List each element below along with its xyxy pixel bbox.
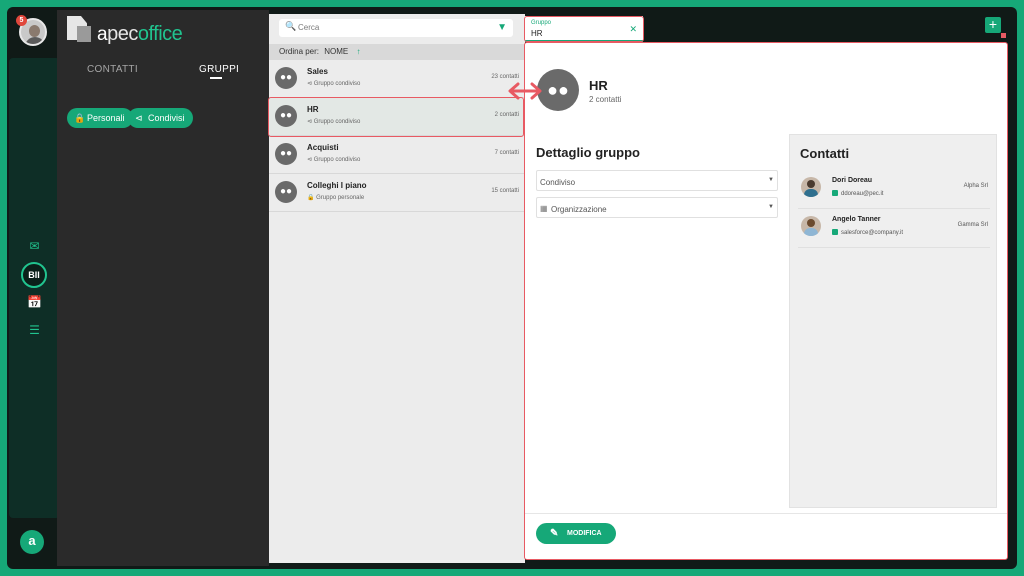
filter-chip-condivisi[interactable]: ⊲ Condivisi	[128, 108, 193, 128]
organization-select[interactable]: ▦ Organizzazione ▼	[536, 197, 778, 218]
group-count: 15 contatti	[491, 188, 519, 194]
group-count: 2 contatti	[494, 112, 519, 118]
group-row[interactable]: ●● Sales ⊲ Gruppo condiviso 23 contatti	[269, 60, 525, 98]
logo-text-plain: pec	[107, 23, 138, 45]
detail-tab-label: Gruppo	[531, 20, 552, 26]
calendar-icon[interactable]: 📅	[25, 292, 45, 312]
contact-row[interactable]: Dori Doreau ddoreau@pec.it Alpha Srl	[798, 171, 990, 209]
sort-label: Ordina per:	[279, 47, 320, 56]
notification-badge: 5	[16, 15, 27, 26]
close-icon[interactable]: ✕	[629, 24, 637, 35]
edit-button-label: MODIFICA	[567, 530, 602, 537]
apecoffice-logo: apecoffice	[67, 16, 257, 46]
chevron-down-icon: ▼	[768, 204, 774, 210]
group-type: ⊲ Gruppo condiviso	[307, 157, 361, 163]
group-row-selected[interactable]: ●● HR ⊲ Gruppo condiviso 2 contatti	[269, 98, 525, 136]
group-type: ⊲ Gruppo condiviso	[307, 81, 361, 87]
avatar-head	[807, 219, 815, 227]
logo-mark-shadow	[77, 26, 91, 42]
group-type: ⊲ Gruppo condiviso	[307, 119, 361, 125]
sort-value: NOME	[324, 47, 349, 56]
chevron-down-icon: ▼	[768, 177, 774, 183]
annotation-arrow	[508, 82, 542, 100]
group-title: HR	[589, 78, 608, 93]
tab-gruppi[interactable]: GRUPPI	[199, 64, 239, 75]
pencil-icon: ✎	[550, 528, 559, 539]
avatar	[801, 216, 821, 236]
edit-button[interactable]: ✎ MODIFICA	[536, 523, 616, 544]
share-icon: ⊲	[135, 113, 143, 123]
contact-company: Gamma Srl	[957, 222, 988, 228]
app-logo-icon[interactable]: a	[20, 530, 44, 554]
group-icon: ●●	[275, 143, 297, 165]
group-avatar-icon: ●●	[537, 69, 579, 111]
group-type-label: Gruppo condiviso	[313, 119, 361, 125]
building-icon: ▦	[540, 204, 548, 213]
group-type-label: Gruppo condiviso	[313, 81, 361, 87]
group-row[interactable]: ●● Acquisti ⊲ Gruppo condiviso 7 contatt…	[269, 136, 525, 174]
avatar-body	[804, 228, 818, 236]
sidebar: apecoffice CONTATTI GRUPPI 🔒 Personali ⊲…	[57, 10, 269, 566]
group-type-label: Gruppo personale	[316, 195, 365, 201]
search-placeholder: Cerca	[298, 23, 320, 32]
contact-email-text: ddoreau@pec.it	[841, 191, 884, 197]
contact-email: salesforce@company.it	[832, 229, 903, 236]
contact-email: ddoreau@pec.it	[832, 190, 883, 197]
chip-label: Condivisi	[148, 113, 185, 123]
group-contact-count: 2 contatti	[589, 95, 622, 104]
avatar	[801, 177, 821, 197]
search-field[interactable]: 🔍 Cerca ▼	[279, 19, 513, 37]
group-icon: ●●	[275, 181, 297, 203]
lock-icon: 🔒	[74, 113, 86, 123]
add-button[interactable]: +	[985, 17, 1001, 33]
contact-row[interactable]: Angelo Tanner salesforce@company.it Gamm…	[798, 210, 990, 248]
left-rail: ✉ BII 📅 ☰	[9, 58, 60, 518]
chip-label: Personali	[87, 113, 125, 123]
group-count: 7 contatti	[494, 150, 519, 156]
mail-icon[interactable]: ✉	[25, 236, 45, 256]
logo-prefix: a	[97, 24, 108, 45]
email-icon	[832, 229, 838, 235]
contact-email-text: salesforce@company.it	[841, 230, 904, 236]
logo-text: apecoffice	[97, 23, 183, 46]
visibility-value: Condiviso	[540, 178, 576, 187]
group-icon: ●●	[275, 67, 297, 89]
group-name: Sales	[307, 67, 328, 76]
search-icon: 🔍	[285, 21, 297, 31]
contacts-title: Contatti	[800, 146, 850, 161]
contact-company: Alpha Srl	[963, 183, 988, 189]
settings-sliders-icon[interactable]: ☰	[25, 320, 45, 340]
organization-placeholder: Organizzazione	[551, 205, 607, 214]
contacts-nav-icon[interactable]: BII	[21, 262, 47, 288]
sort-ascending-icon[interactable]: ↑	[357, 47, 361, 56]
tab-active-indicator	[210, 77, 222, 79]
contacts-panel: Contatti Dori Doreau ddoreau@pec.it Alph…	[789, 134, 997, 508]
group-detail-pane: ●● HR 2 contatti Dettaglio gruppo Condiv…	[525, 43, 1007, 559]
group-row[interactable]: ●● Colleghi I piano 🔒 Gruppo personale 1…	[269, 174, 525, 212]
avatar-head	[29, 25, 40, 37]
footer-divider	[525, 513, 1007, 514]
detail-tab-value: HR	[531, 29, 543, 38]
contact-name: Angelo Tanner	[832, 216, 881, 223]
group-name: Acquisti	[307, 143, 339, 152]
group-type: 🔒 Gruppo personale	[307, 195, 365, 201]
avatar-body	[804, 189, 818, 197]
logo-text-accent: office	[137, 23, 183, 45]
sort-bar[interactable]: Ordina per: NOME ↑	[269, 44, 525, 60]
detail-tab-hr[interactable]: Gruppo HR ✕	[525, 16, 643, 42]
group-name: HR	[307, 105, 319, 114]
contact-name: Dori Doreau	[832, 177, 873, 184]
avatar-head	[807, 180, 815, 188]
group-icon: ●●	[275, 105, 297, 127]
filter-chip-personali[interactable]: 🔒 Personali	[67, 108, 133, 128]
group-type-label: Gruppo condiviso	[313, 157, 361, 163]
filter-icon[interactable]: ▼	[497, 22, 507, 33]
email-icon	[832, 190, 838, 196]
section-title-dettaglio: Dettaglio gruppo	[536, 145, 640, 160]
tab-contatti[interactable]: CONTATTI	[87, 64, 138, 75]
annotation-marker	[1001, 33, 1006, 38]
group-name: Colleghi I piano	[307, 181, 367, 190]
group-list-panel: 🔍 Cerca ▼ Ordina per: NOME ↑ ●● Sales ⊲ …	[269, 14, 525, 563]
visibility-select[interactable]: Condiviso ▼	[536, 170, 778, 191]
